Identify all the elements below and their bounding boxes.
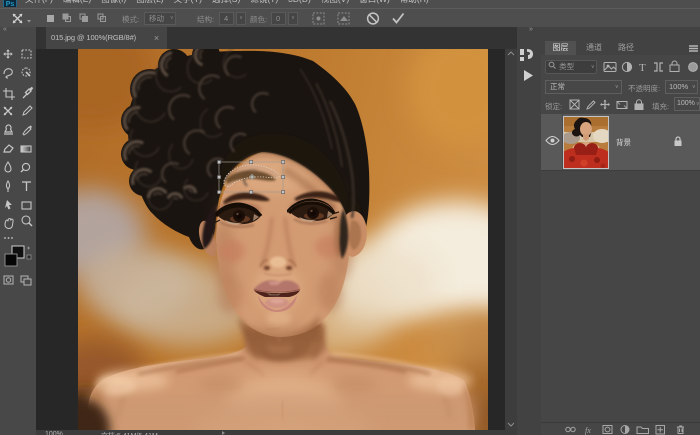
svg-text:T: T [639, 62, 646, 74]
svg-text:fx: fx [585, 426, 591, 435]
